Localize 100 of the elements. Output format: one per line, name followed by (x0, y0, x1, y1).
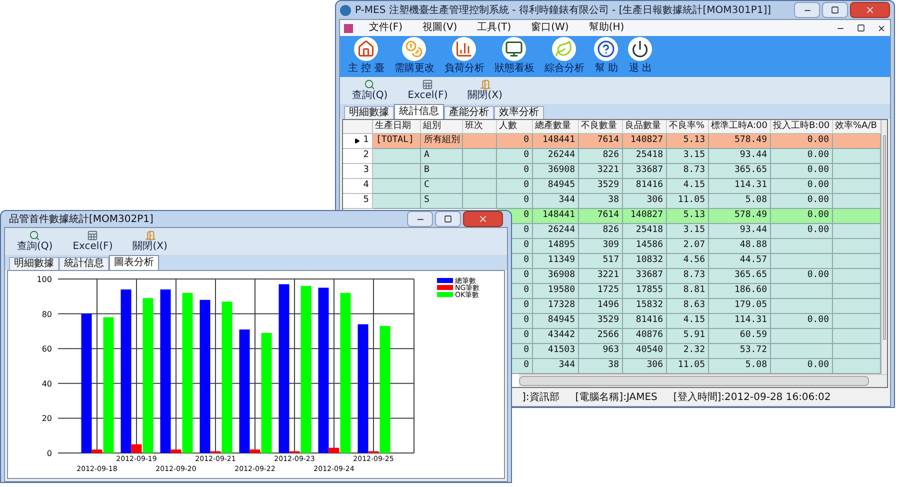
table-cell: 8.81 (667, 284, 709, 299)
table-cell: 11349 (533, 254, 579, 269)
toolbar-button[interactable]: 主 控 臺 (348, 37, 384, 74)
column-header[interactable]: 不良率% (667, 120, 709, 133)
column-header[interactable]: 良品數量 (623, 120, 667, 133)
y-tick-label: 80 (42, 310, 52, 319)
toolbar-button[interactable]: 需購更改 (394, 37, 434, 74)
tab[interactable]: 明細數據 (9, 257, 59, 270)
column-header[interactable]: 人數 (497, 120, 533, 133)
row-header[interactable]: 3 (343, 164, 373, 179)
table-cell: 所有組別 (421, 134, 463, 149)
table-cell: 306 (623, 359, 667, 374)
column-header[interactable]: 不良數量 (579, 120, 623, 133)
menu-item[interactable]: 文件(F) (365, 21, 407, 35)
tab[interactable]: 統計信息 (59, 257, 109, 270)
column-header[interactable]: 班次 (463, 120, 497, 133)
table-cell: 8.73 (667, 269, 709, 284)
table-cell: 3.15 (667, 149, 709, 164)
close-button[interactable] (850, 2, 890, 18)
table-cell: 2566 (579, 329, 623, 344)
table-cell: 3529 (579, 179, 623, 194)
table-cell: 93.44 (709, 149, 771, 164)
table-cell: 44.57 (709, 254, 771, 269)
toolbar-button[interactable]: 退 出 (628, 37, 652, 74)
status-text: [電腦名稱]:JAMES (575, 390, 658, 404)
table-cell: 0.00 (771, 224, 833, 239)
maximize-button[interactable] (435, 211, 461, 227)
table-cell: 84945 (533, 314, 579, 329)
table-cell: 1725 (579, 284, 623, 299)
table-cell: 2.07 (667, 239, 709, 254)
tab[interactable]: 圖表分析 (109, 255, 159, 270)
table-cell: 578.49 (709, 134, 771, 149)
menu-item[interactable]: 工具(T) (473, 21, 516, 35)
table-cell: 40876 (623, 329, 667, 344)
table-cell: 365.65 (709, 164, 771, 179)
table-cell: 0 (497, 149, 533, 164)
restore-icon[interactable] (857, 24, 865, 32)
toolbar-button[interactable]: 狀態看板 (494, 37, 534, 74)
door-icon (480, 79, 491, 90)
column-header[interactable]: 生產日期 (373, 120, 421, 133)
table-cell: 41503 (533, 344, 579, 359)
table-cell: 81416 (623, 179, 667, 194)
table-cell: 5.91 (667, 329, 709, 344)
table-cell: 0.00 (771, 179, 833, 194)
app-menu-icon (344, 24, 353, 32)
table-cell: A (421, 149, 463, 164)
tab[interactable]: 統計信息 (394, 104, 444, 119)
table-cell: 53.72 (709, 344, 771, 359)
table-cell: 43442 (533, 329, 579, 344)
table-cell: 344 (533, 194, 579, 209)
row-header[interactable]: 2 (343, 149, 373, 164)
toolbar-button[interactable]: Excel(F) (400, 79, 456, 102)
toolbar-button[interactable]: 關閉(X) (460, 79, 510, 102)
row-header[interactable]: 4 (343, 179, 373, 194)
close-button[interactable] (463, 211, 503, 227)
scroll-thumb[interactable] (883, 135, 886, 340)
table-cell: 140827 (623, 209, 667, 224)
table-cell: 0.00 (771, 314, 833, 329)
y-tick-label: 0 (46, 449, 52, 458)
menu-item[interactable]: 視圖(V) (418, 21, 462, 35)
door-icon (144, 230, 156, 241)
row-header[interactable]: 5 (343, 194, 373, 209)
table-cell: 306 (623, 194, 667, 209)
table-cell: 33687 (623, 164, 667, 179)
table-cell: 4.15 (667, 314, 709, 329)
scroll-thumb[interactable] (519, 376, 869, 386)
column-header[interactable]: 標準工時A:00 (709, 120, 771, 133)
column-header[interactable]: 組別 (421, 120, 463, 133)
table-cell: 0.00 (771, 269, 833, 284)
table-cell: 0.00 (771, 359, 833, 374)
close-icon[interactable] (877, 24, 886, 32)
close-icon (478, 214, 488, 224)
table-cell: 0.00 (771, 209, 833, 224)
table-cell: 5.13 (667, 209, 709, 224)
y-tick-label: 20 (42, 414, 52, 424)
table-cell: 3.15 (667, 224, 709, 239)
row-number: 2 (363, 149, 369, 162)
menu-item[interactable]: 窗口(W) (527, 21, 573, 35)
window-title: 品管首件數據統計[MOM302P1] (9, 212, 154, 226)
toolbar-button[interactable]: 查詢(Q) (9, 230, 61, 253)
column-header[interactable]: 總產數量 (533, 120, 579, 133)
tab[interactable]: 產能分析 (444, 106, 494, 119)
current-row-icon (354, 138, 360, 144)
spreadsheet-icon (422, 79, 434, 90)
toolbar-button[interactable]: 查詢(Q) (344, 79, 396, 102)
toolbar-button[interactable]: 幫 助 (594, 37, 618, 74)
maximize-button[interactable] (822, 2, 848, 18)
tab[interactable]: 效率分析 (494, 106, 544, 119)
table-cell: 25418 (623, 224, 667, 239)
column-header[interactable]: 投入工時B:00 (771, 120, 833, 133)
row-header[interactable]: 1 (343, 134, 373, 149)
menu-item[interactable]: 幫助(H) (584, 21, 628, 35)
toolbar-button[interactable]: 關閉(X) (124, 230, 176, 253)
table-cell: 48.88 (709, 239, 771, 254)
tab[interactable]: 明細數據 (344, 106, 394, 119)
toolbar-button[interactable]: 綜合分析 (544, 37, 584, 74)
vertical-scrollbar[interactable] (881, 120, 887, 374)
horizontal-scrollbar[interactable] (519, 374, 887, 387)
toolbar-button[interactable]: Excel(F) (64, 230, 121, 253)
toolbar-button[interactable]: 負荷分析 (444, 37, 484, 74)
